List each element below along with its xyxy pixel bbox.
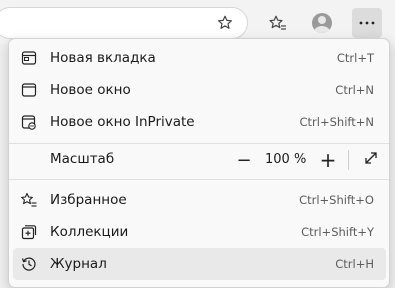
menu-item-favorites[interactable]: Избранное Ctrl+Shift+O	[13, 184, 386, 216]
minus-icon: −	[236, 149, 252, 171]
menu-item-label: Журнал	[50, 256, 107, 272]
star-add-icon[interactable]	[210, 8, 240, 38]
menu-item-shortcut: Ctrl+Shift+O	[299, 193, 374, 207]
menu-item-label: Избранное	[50, 192, 127, 208]
zoom-label: Масштаб	[50, 151, 115, 167]
plus-icon: +	[319, 148, 337, 172]
menu-item-label: Новое окно InPrivate	[50, 114, 195, 130]
fullscreen-expand-icon	[363, 150, 379, 170]
inprivate-window-icon	[19, 112, 39, 132]
new-tab-icon	[19, 48, 39, 68]
menu-item-shortcut: Ctrl+Shift+N	[299, 115, 374, 129]
menu-item-history[interactable]: Журнал Ctrl+H	[13, 248, 386, 280]
more-dots-icon[interactable]	[352, 8, 382, 38]
favorites-star-icon[interactable]	[263, 8, 293, 38]
avatar	[312, 13, 332, 33]
fullscreen-button[interactable]	[356, 145, 386, 175]
zoom-in-button[interactable]: +	[313, 145, 343, 175]
menu-divider	[9, 179, 389, 180]
menu-item-new-inprivate-window[interactable]: Новое окно InPrivate Ctrl+Shift+N	[13, 106, 386, 138]
favorites-icon	[19, 190, 39, 210]
menu-item-label: Коллекции	[50, 224, 129, 240]
menu-item-new-window[interactable]: Новое окно Ctrl+N	[13, 74, 386, 106]
history-icon	[19, 254, 39, 274]
zoom-value: 100 %	[265, 152, 307, 167]
menu-item-shortcut: Ctrl+T	[336, 51, 374, 65]
zoom-divider	[348, 150, 349, 170]
profile-avatar-icon[interactable]	[307, 8, 337, 38]
collections-icon	[19, 222, 39, 242]
menu-item-collections[interactable]: Коллекции Ctrl+Shift+Y	[13, 216, 386, 248]
menu-item-label: Новая вкладка	[50, 50, 156, 66]
menu-item-new-tab[interactable]: Новая вкладка Ctrl+T	[13, 42, 386, 74]
menu-item-shortcut: Ctrl+Shift+Y	[301, 225, 374, 239]
settings-menu: Новая вкладка Ctrl+T Новое окно Ctrl+N Н…	[8, 38, 390, 288]
zoom-row: Масштаб − 100 % +	[13, 144, 386, 176]
menu-item-label: Новое окно	[50, 82, 131, 98]
menu-item-shortcut: Ctrl+N	[335, 83, 374, 97]
menu-item-shortcut: Ctrl+H	[335, 257, 374, 271]
new-window-icon	[19, 80, 39, 100]
zoom-out-button[interactable]: −	[229, 145, 259, 175]
